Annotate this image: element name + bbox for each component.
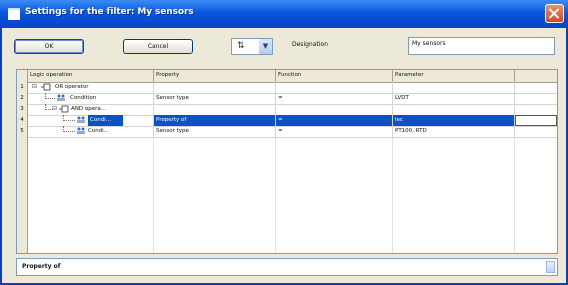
window-title: Settings for the filter: My sensors (25, 7, 194, 17)
function-cell[interactable]: = (276, 115, 393, 126)
cancel-button[interactable]: Cancel (123, 39, 193, 54)
collapse-icon[interactable]: ⊟ (32, 82, 37, 92)
logic-cell[interactable]: Condi... (28, 115, 154, 126)
extra-cell (515, 82, 557, 93)
parameter-cell[interactable] (393, 104, 515, 115)
extra-cell (515, 126, 557, 137)
parameter-cell[interactable]: lec (393, 115, 515, 126)
filter-conditions-table: Logic operation Property Function Parame… (16, 69, 558, 254)
ok-button[interactable]: OK (14, 39, 84, 54)
condition-icon (57, 94, 65, 101)
logic-label: Condi... (88, 128, 109, 134)
extra-cell[interactable] (515, 115, 557, 126)
designation-field[interactable]: My sensors (408, 37, 555, 55)
condition-icon (77, 116, 85, 123)
property-cell[interactable]: Sensor type (154, 126, 276, 137)
function-cell[interactable]: = (276, 126, 393, 137)
designation-label: Designation (292, 41, 328, 48)
property-cell[interactable] (154, 104, 276, 115)
row-number: 5 (17, 126, 28, 137)
collapse-icon[interactable]: ⊟ (52, 104, 57, 114)
parameter-cell[interactable] (393, 82, 515, 93)
scrollbar[interactable] (546, 261, 555, 273)
row-number: 3 (17, 104, 28, 115)
logic-label: Condi... (88, 115, 123, 126)
row-number: 1 (17, 82, 28, 93)
extra-cell (515, 93, 557, 104)
header-parameter[interactable]: Parameter (393, 70, 515, 82)
row-number: 4 (17, 115, 28, 126)
and-operator-icon (59, 105, 69, 113)
row-header-gutter (17, 137, 28, 253)
header-spacer (515, 70, 557, 82)
close-button[interactable] (545, 4, 564, 23)
property-cell[interactable]: Sensor type (154, 93, 276, 104)
tree-connector (63, 131, 75, 132)
extra-cell (515, 104, 557, 115)
window-icon (8, 8, 20, 20)
table-row[interactable]: 5 Condi... Sensor type = PT100, RTD (17, 126, 557, 138)
filter-settings-dialog: Settings for the filter: My sensors OK C… (0, 0, 568, 285)
logic-label: OR operator (55, 84, 89, 90)
property-cell[interactable] (154, 82, 276, 93)
function-cell[interactable]: = (276, 93, 393, 104)
row-number: 2 (17, 93, 28, 104)
tree-connector (45, 98, 55, 99)
parameter-cell[interactable]: PT100, RTD (393, 126, 515, 137)
title-bar: Settings for the filter: My sensors (0, 0, 568, 28)
logic-cell[interactable]: Condi... (28, 126, 154, 137)
column-divider (275, 137, 276, 253)
logic-cell[interactable]: ⊟ OR operator (28, 82, 154, 93)
or-operator-icon (41, 83, 51, 91)
sort-order-dropdown[interactable]: ⇅ ▼ (231, 38, 273, 55)
property-description-label: Property of (22, 263, 61, 270)
function-cell[interactable] (276, 82, 393, 93)
column-divider (514, 137, 515, 253)
function-cell[interactable] (276, 104, 393, 115)
logic-label: Condition (70, 95, 97, 101)
header-row-number (17, 70, 28, 82)
column-divider (392, 137, 393, 253)
property-description-bar: Property of (16, 258, 558, 276)
parameter-cell[interactable]: LVDT (393, 93, 515, 104)
sort-icon: ⇅ (237, 41, 245, 51)
chevron-down-icon[interactable]: ▼ (259, 39, 272, 54)
condition-icon (77, 127, 85, 134)
tree-connector (63, 120, 75, 121)
logic-label: AND opera... (71, 106, 106, 112)
column-divider (153, 137, 154, 253)
logic-cell[interactable]: ⊟ AND opera... (28, 104, 154, 115)
logic-cell[interactable]: Condition (28, 93, 154, 104)
header-property[interactable]: Property (154, 70, 276, 82)
header-logic-operation[interactable]: Logic operation (28, 70, 154, 82)
header-function[interactable]: Function (276, 70, 393, 82)
property-cell[interactable]: Property of (154, 115, 276, 126)
